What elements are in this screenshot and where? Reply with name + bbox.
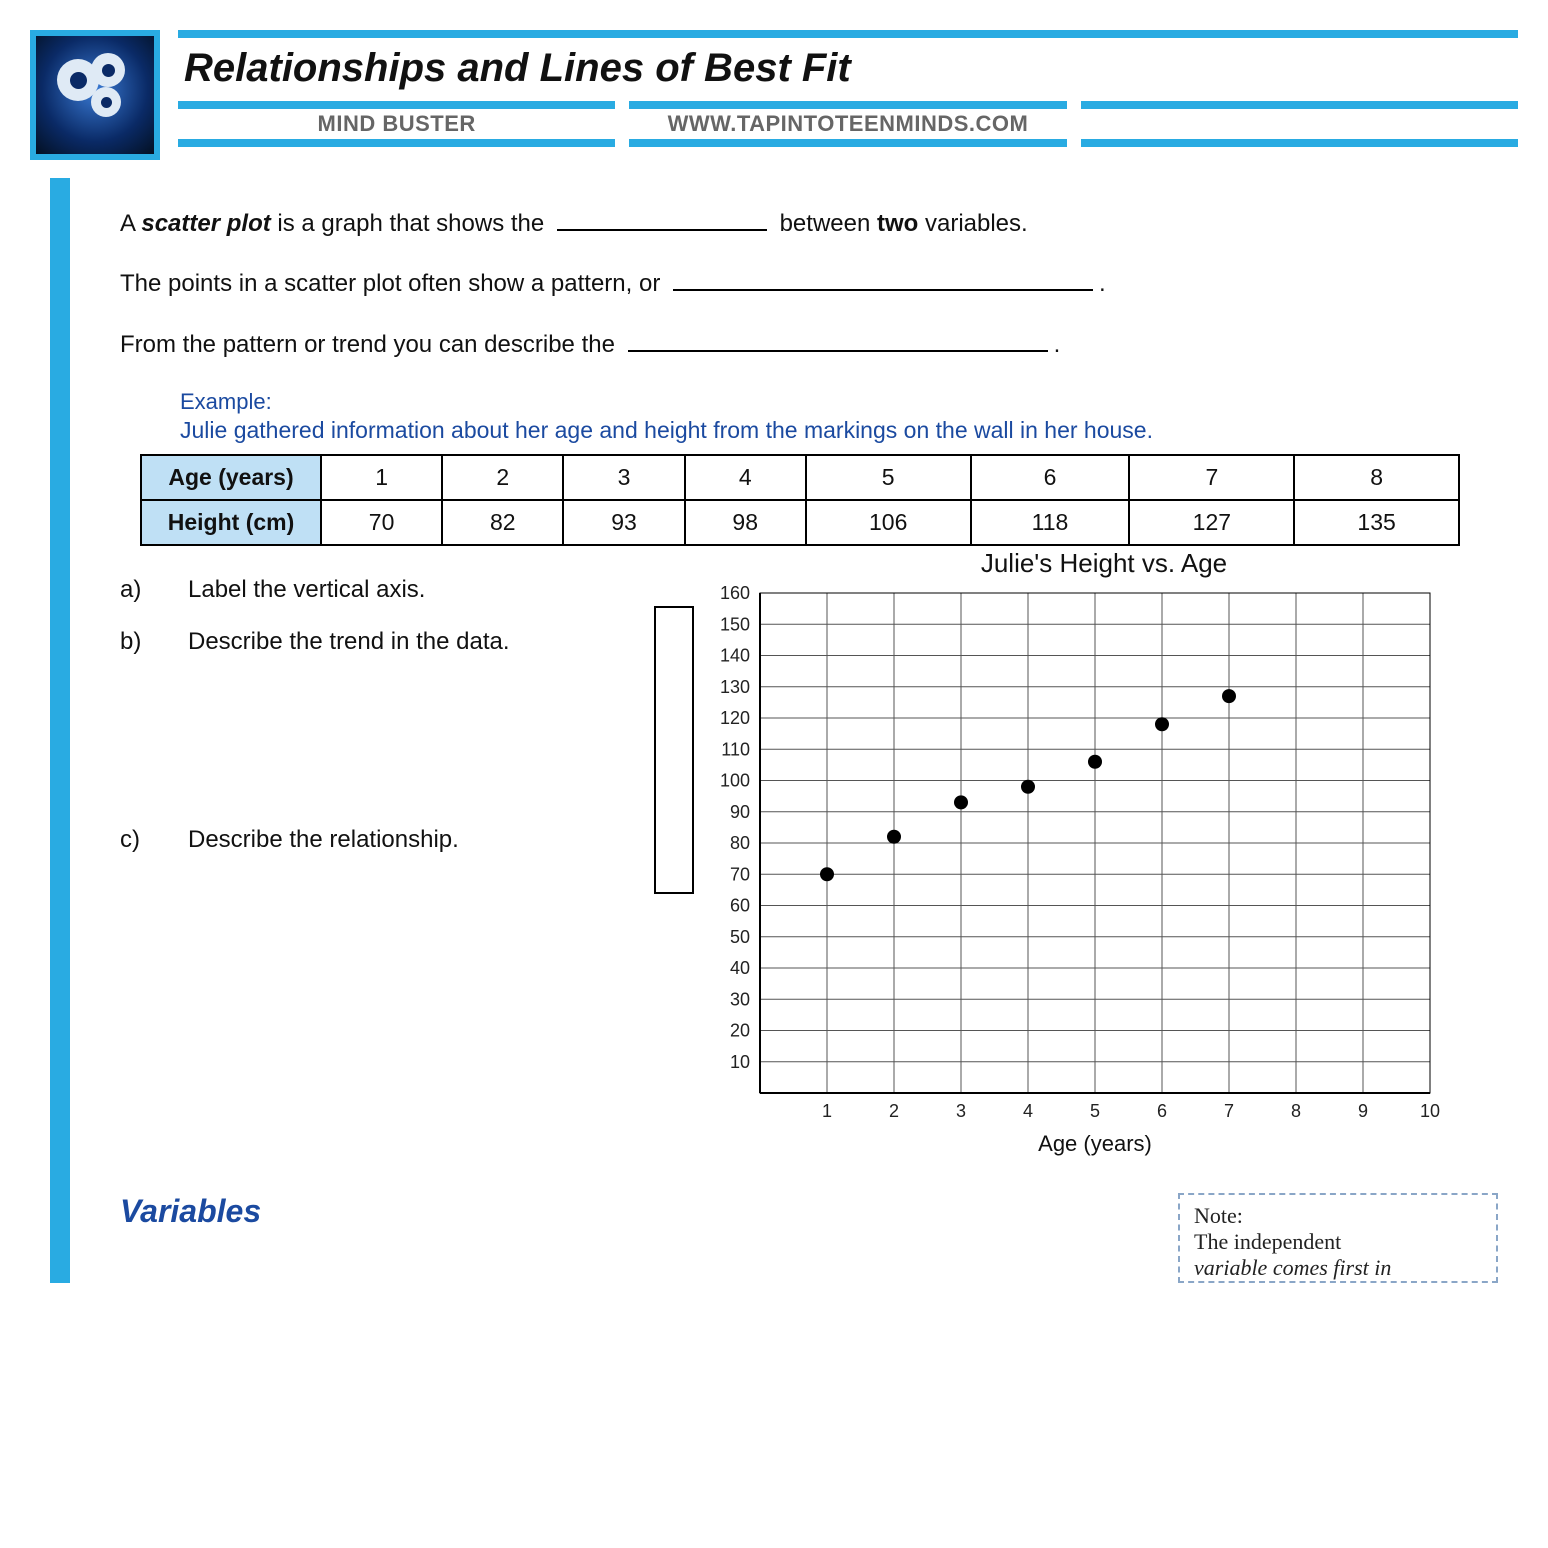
- fill-blank[interactable]: [557, 209, 767, 231]
- cell: 6: [971, 455, 1130, 500]
- questions: a) Label the vertical axis. b) Describe …: [120, 546, 620, 878]
- subtitle-right: WWW.TAPINTOTEENMINDS.COM: [629, 109, 1066, 139]
- fill-blank[interactable]: [673, 270, 1093, 292]
- svg-text:90: 90: [730, 802, 750, 822]
- svg-text:150: 150: [720, 614, 750, 634]
- question-b: Describe the trend in the data.: [188, 628, 620, 656]
- question-c: Describe the relationship.: [188, 826, 620, 854]
- svg-text:50: 50: [730, 927, 750, 947]
- cell: 106: [806, 500, 971, 545]
- cell: 2: [442, 455, 563, 500]
- svg-text:5: 5: [1090, 1101, 1100, 1121]
- note-box: Note: The independent variable comes fir…: [1178, 1193, 1498, 1283]
- term-scatter-plot: scatter plot: [141, 210, 270, 237]
- svg-text:100: 100: [720, 771, 750, 791]
- svg-text:30: 30: [730, 989, 750, 1009]
- cell: 1: [321, 455, 442, 500]
- cell: 93: [563, 500, 684, 545]
- variables-heading: Variables: [120, 1193, 1118, 1230]
- text: between: [773, 210, 877, 237]
- text: From the pattern or trend you can descri…: [120, 331, 622, 358]
- svg-text:4: 4: [1023, 1101, 1033, 1121]
- svg-text:10: 10: [1420, 1101, 1440, 1121]
- svg-text:130: 130: [720, 677, 750, 697]
- accent-bar: [178, 30, 1518, 38]
- svg-text:80: 80: [730, 833, 750, 853]
- accent-bar: [629, 101, 1066, 109]
- svg-text:2: 2: [889, 1101, 899, 1121]
- note-line: variable comes first in: [1194, 1255, 1482, 1281]
- svg-text:120: 120: [720, 708, 750, 728]
- table-row: Height (cm) 70 82 93 98 106 118 127 135: [141, 500, 1459, 545]
- brand-logo: [30, 30, 160, 160]
- data-table: Age (years) 1 2 3 4 5 6 7 8 Height (cm) …: [140, 454, 1460, 546]
- question-label-c: c): [120, 826, 154, 854]
- svg-text:110: 110: [721, 739, 750, 759]
- note-line: The independent: [1194, 1229, 1482, 1255]
- question-label-b: b): [120, 628, 154, 656]
- table-row: Age (years) 1 2 3 4 5 6 7 8: [141, 455, 1459, 500]
- example-heading: Example: Julie gathered information abou…: [180, 389, 1498, 444]
- subtitle-left: MIND BUSTER: [178, 109, 615, 139]
- worksheet-content: A scatter plot is a graph that shows the…: [70, 178, 1518, 1283]
- subtitle-row: MIND BUSTER WWW.TAPINTOTEENMINDS.COM .: [178, 101, 1518, 147]
- svg-text:60: 60: [730, 896, 750, 916]
- chart-svg: 1 2 3 4 5 6 7 8 9 10 10 20 30 40 50 60 70 80 90 100 110 120 13…: [650, 583, 1450, 1163]
- svg-text:Age (years): Age (years): [1038, 1131, 1152, 1156]
- cell: 118: [971, 500, 1130, 545]
- scatter-chart: Julie's Height vs. Age 1 2 3 4 5 6 7 8 9 10 10 20 30…: [650, 546, 1498, 1163]
- row-header-age: Age (years): [141, 455, 321, 500]
- text: is a graph that shows the: [271, 210, 551, 237]
- svg-text:140: 140: [720, 646, 750, 666]
- term-two: two: [877, 210, 918, 237]
- text: A: [120, 210, 141, 237]
- svg-text:20: 20: [730, 1021, 750, 1041]
- chart-title: Julie's Height vs. Age: [710, 548, 1498, 579]
- note-title: Note:: [1194, 1203, 1482, 1229]
- cell: 7: [1129, 455, 1294, 500]
- example-desc: Julie gathered information about her age…: [180, 417, 1498, 444]
- left-rail: [50, 178, 70, 1283]
- cell: 8: [1294, 455, 1459, 500]
- header: Relationships and Lines of Best Fit MIND…: [30, 30, 1518, 160]
- cell: 98: [685, 500, 806, 545]
- accent-bar: [178, 101, 615, 109]
- cell: 3: [563, 455, 684, 500]
- svg-text:3: 3: [956, 1101, 966, 1121]
- svg-text:40: 40: [730, 958, 750, 978]
- cell: 135: [1294, 500, 1459, 545]
- row-header-height: Height (cm): [141, 500, 321, 545]
- accent-bar: [629, 139, 1066, 147]
- accent-bar: [1081, 101, 1518, 109]
- cell: 70: [321, 500, 442, 545]
- fill-blank[interactable]: [628, 330, 1048, 352]
- cell: 82: [442, 500, 563, 545]
- svg-text:8: 8: [1291, 1101, 1301, 1121]
- accent-bar: [1081, 139, 1518, 147]
- accent-bar: [178, 139, 615, 147]
- example-label: Example:: [180, 389, 1498, 415]
- svg-text:160: 160: [720, 583, 750, 603]
- gears-icon: [55, 55, 135, 135]
- intro-text: A scatter plot is a graph that shows the…: [120, 208, 1498, 361]
- text: .: [1099, 270, 1106, 297]
- svg-text:10: 10: [730, 1052, 750, 1072]
- question-a: Label the vertical axis.: [188, 576, 620, 604]
- svg-text:6: 6: [1157, 1101, 1167, 1121]
- svg-text:9: 9: [1358, 1101, 1368, 1121]
- svg-text:7: 7: [1224, 1101, 1234, 1121]
- y-axis-label-box[interactable]: [654, 606, 694, 894]
- question-label-a: a): [120, 576, 154, 604]
- svg-text:70: 70: [730, 864, 750, 884]
- cell: 5: [806, 455, 971, 500]
- text: variables.: [918, 210, 1027, 237]
- page-title: Relationships and Lines of Best Fit: [178, 44, 1518, 101]
- cell: 4: [685, 455, 806, 500]
- text: .: [1054, 331, 1061, 358]
- text: The points in a scatter plot often show …: [120, 270, 667, 297]
- title-block: Relationships and Lines of Best Fit MIND…: [178, 30, 1518, 147]
- cell: 127: [1129, 500, 1294, 545]
- svg-text:1: 1: [822, 1101, 832, 1121]
